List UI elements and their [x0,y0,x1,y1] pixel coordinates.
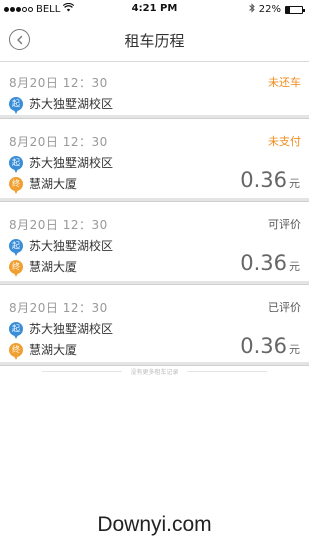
trip-time: 8月20日 12：30 [9,218,108,232]
trip-start-location: 苏大独墅湖校区 [29,156,114,170]
trip-start-row: 起 苏大独墅湖校区 [9,237,114,256]
start-pin-icon: 起 [9,321,23,339]
trip-list: 8月20日 12：30 未还车 起 苏大独墅湖校区 8月20日 12：30 未支… [0,62,309,365]
battery-level [286,6,290,13]
status-right: 22% [248,3,305,16]
fare-unit: 元 [289,343,300,356]
trip-status: 可评价 [268,218,301,231]
trip-end-location: 慧湖大厦 [29,260,78,274]
trip-end-row: 终 慧湖大厦 [9,258,78,277]
trip-start-location: 苏大独墅湖校区 [29,97,114,111]
fare-unit: 元 [289,260,300,273]
trip-card[interactable]: 8月20日 12：30 已评价 起 苏大独墅湖校区 终 慧湖大厦 0.36 元 [0,287,309,365]
no-more-text: 没有更多租车记录 [130,368,179,376]
trip-fare: 0.36 元 [240,251,300,275]
trip-start-row: 起 苏大独墅湖校区 [9,320,114,339]
trip-start-row: 起 苏大独墅湖校区 [9,95,114,114]
end-pin-icon: 终 [9,176,23,194]
page-title: 租车历程 [124,32,185,50]
start-pin-icon: 起 [9,238,23,256]
trip-end-location: 慧湖大厦 [29,343,78,357]
trip-card[interactable]: 8月20日 12：30 未支付 起 苏大独墅湖校区 终 慧湖大厦 0.36 元 [0,121,309,201]
trip-time: 8月20日 12：30 [9,301,108,315]
divider [186,370,267,372]
battery-percent: 22% [258,4,281,15]
trip-end-row: 终 慧湖大厦 [9,341,78,360]
trip-start-row: 起 苏大独墅湖校区 [9,154,114,173]
fare-amount: 0.36 [240,168,287,192]
start-pin-icon: 起 [9,155,23,173]
start-pin-icon: 起 [9,96,23,114]
fare-amount: 0.36 [240,251,287,275]
trip-time: 8月20日 12：30 [9,76,108,90]
bluetooth-icon [248,3,255,16]
no-more-records: 没有更多租车记录 [0,365,309,377]
fare-amount: 0.36 [240,334,287,358]
trip-card[interactable]: 8月20日 12：30 可评价 起 苏大独墅湖校区 终 慧湖大厦 0.36 元 [0,204,309,284]
trip-status: 已评价 [268,301,301,314]
end-pin-icon: 终 [9,342,23,360]
divider [42,370,123,372]
watermark: Downyi.com [97,513,212,536]
trip-status: 未还车 [268,76,301,89]
trip-card[interactable]: 8月20日 12：30 未还车 起 苏大独墅湖校区 [0,62,309,118]
battery-icon [285,5,305,14]
trip-end-location: 慧湖大厦 [29,177,78,191]
navigation-bar: 租车历程 [0,18,309,62]
trip-fare: 0.36 元 [240,168,300,192]
trip-time: 8月20日 12：30 [9,135,108,149]
trip-start-location: 苏大独墅湖校区 [29,322,114,336]
trip-end-row: 终 慧湖大厦 [9,175,78,194]
trip-status: 未支付 [268,135,301,148]
trip-fare: 0.36 元 [240,334,300,358]
status-bar: BELL 4:21 PM 22% [0,0,309,18]
end-pin-icon: 终 [9,259,23,277]
fare-unit: 元 [289,177,300,190]
trip-start-location: 苏大独墅湖校区 [29,239,114,253]
